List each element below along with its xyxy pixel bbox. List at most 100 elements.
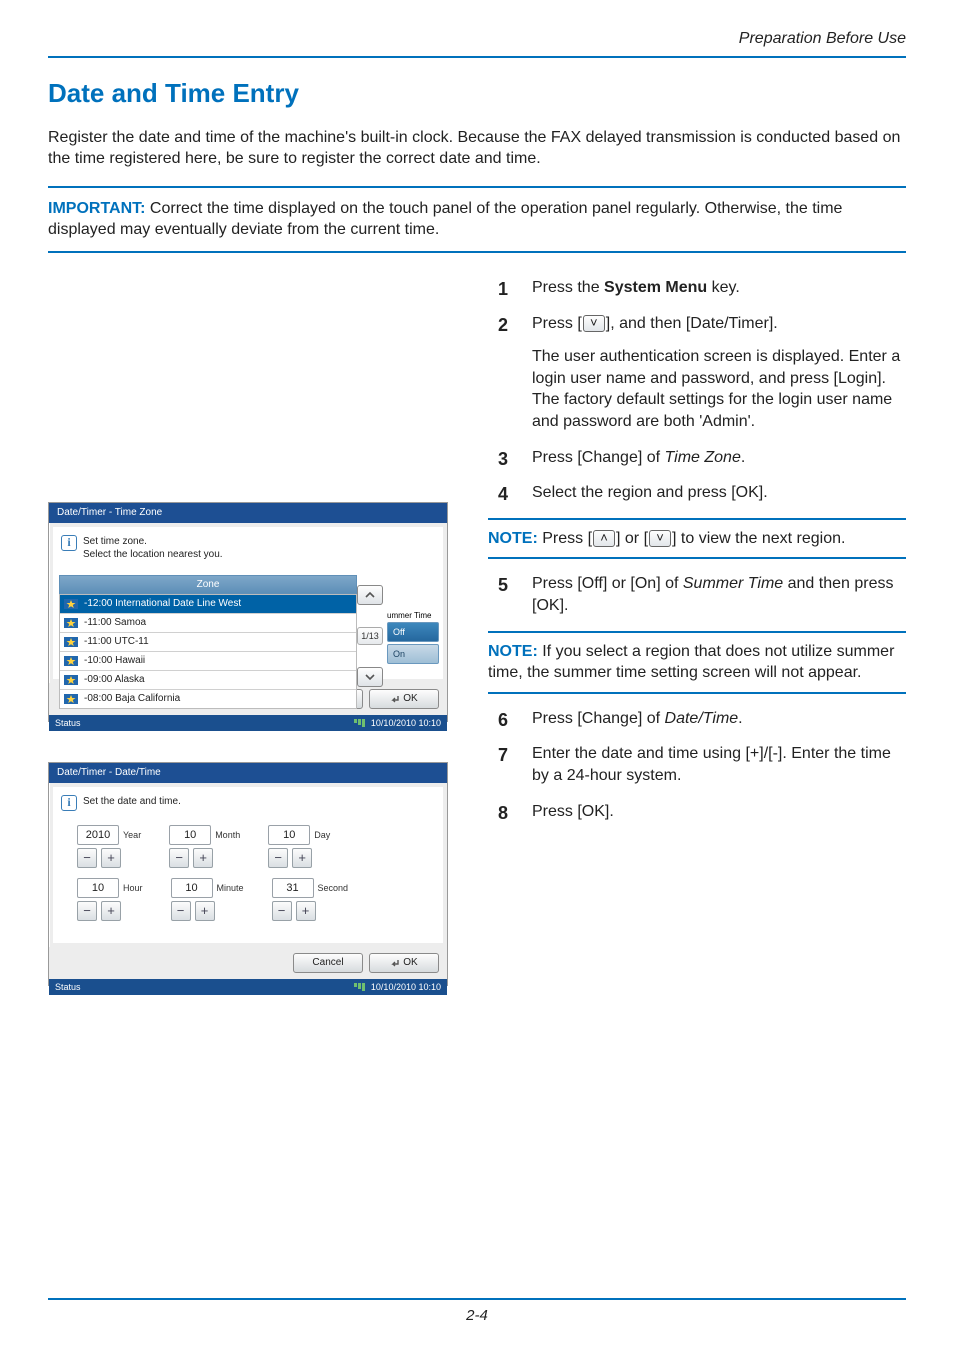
hour-minus-button[interactable]: − — [77, 901, 97, 921]
zone-row-label: -11:00 Samoa — [84, 616, 146, 630]
flag-icon — [64, 599, 78, 609]
minute-plus-button[interactable]: + — [195, 901, 215, 921]
zone-list: -12:00 International Date Line West -11:… — [59, 594, 357, 709]
zone-row[interactable]: -10:00 Hawaii — [60, 652, 356, 671]
info-icon: i — [61, 535, 77, 551]
step-1-pre: Press the — [532, 279, 604, 296]
ok-label: OK — [403, 956, 417, 970]
second-plus-button[interactable]: + — [296, 901, 316, 921]
month-plus-button[interactable]: + — [193, 848, 213, 868]
zone-row[interactable]: -11:00 Samoa — [60, 614, 356, 633]
step-1: Press the System Menu key. — [488, 277, 906, 299]
step-2-pre: Press [ — [532, 315, 582, 332]
zone-row[interactable]: -11:00 UTC-11 — [60, 633, 356, 652]
cancel-button[interactable]: Cancel — [293, 953, 363, 973]
ok-button[interactable]: OK — [369, 953, 439, 973]
step-8: Press [OK]. — [488, 801, 906, 823]
step-5: Press [Off] or [On] of Summer Time and t… — [488, 573, 906, 616]
important-label: IMPORTANT: — [48, 200, 145, 217]
ok-button[interactable]: OK — [369, 689, 439, 709]
step-2-post: ], and then [Date/Timer]. — [606, 315, 778, 332]
hour-plus-button[interactable]: + — [101, 901, 121, 921]
step-7: Enter the date and time using [+]/[-]. E… — [488, 743, 906, 786]
status-timestamp: 10/10/2010 10:10 — [371, 717, 441, 729]
summer-on-button[interactable]: On — [387, 644, 439, 664]
flag-icon — [64, 618, 78, 628]
step-3-pre: Press [Change] of — [532, 449, 665, 466]
chevron-up-icon — [365, 591, 375, 599]
step-6: Press [Change] of Date/Time. — [488, 708, 906, 730]
second-minus-button[interactable]: − — [272, 901, 292, 921]
note-label: NOTE: — [488, 643, 538, 660]
flag-icon — [64, 656, 78, 666]
minute-minus-button[interactable]: − — [171, 901, 191, 921]
timezone-panel-title: Date/Timer - Time Zone — [49, 503, 447, 523]
year-plus-button[interactable]: + — [101, 848, 121, 868]
zone-row-label: -10:00 Hawaii — [84, 654, 145, 668]
note1-post: ] to view the next region. — [672, 530, 845, 547]
zone-row[interactable]: -09:00 Alaska — [60, 671, 356, 690]
zone-row-label: -12:00 International Date Line West — [84, 597, 241, 611]
note2-text: If you select a region that does not uti… — [488, 643, 894, 682]
month-value: 10 — [169, 825, 211, 845]
minute-label: Minute — [217, 878, 244, 894]
year-label: Year — [123, 825, 141, 841]
zone-row-selected[interactable]: -12:00 International Date Line West — [60, 595, 356, 614]
step-1-bold: System Menu — [604, 279, 707, 296]
status-timestamp: 10/10/2010 10:10 — [371, 981, 441, 993]
zone-row-label: -08:00 Baja California — [84, 692, 180, 706]
zone-row-label: -11:00 UTC-11 — [84, 635, 149, 649]
step-6-post: . — [738, 710, 742, 727]
page-title: Date and Time Entry — [48, 76, 906, 111]
signal-icon — [354, 719, 365, 727]
datetime-info-text: Set the date and time. — [83, 795, 181, 809]
status-label[interactable]: Status — [55, 717, 81, 729]
important-block: IMPORTANT: Correct the time displayed on… — [48, 186, 906, 253]
chevron-down-icon: ˅ — [649, 530, 671, 547]
step-3-em: Time Zone — [665, 449, 741, 466]
info-icon: i — [61, 795, 77, 811]
hour-value: 10 — [77, 878, 119, 898]
running-head: Preparation Before Use — [48, 28, 906, 50]
chevron-down-icon — [365, 673, 375, 681]
chevron-up-icon: ˄ — [593, 530, 615, 547]
note-label: NOTE: — [488, 530, 538, 547]
day-value: 10 — [268, 825, 310, 845]
summer-time-label: ummer Time — [387, 611, 439, 622]
note1-pre: Press [ — [538, 530, 592, 547]
note-summer-time: NOTE: If you select a region that does n… — [488, 631, 906, 694]
step-2: Press [˅], and then [Date/Timer]. The us… — [488, 313, 906, 433]
return-icon — [390, 694, 400, 704]
timezone-info-text: Set time zone. Select the location neare… — [83, 535, 223, 562]
summer-off-button[interactable]: Off — [387, 622, 439, 642]
status-label[interactable]: Status — [55, 981, 81, 993]
page-indicator: 1/13 — [357, 627, 383, 645]
datetime-panel-title: Date/Timer - Date/Time — [49, 763, 447, 783]
note-region-nav: NOTE: Press [˄] or [˅] to view the next … — [488, 518, 906, 560]
day-plus-button[interactable]: + — [292, 848, 312, 868]
page-footer: 2-4 — [0, 1298, 954, 1326]
step-6-em: Date/Time — [665, 710, 739, 727]
return-icon — [390, 958, 400, 968]
zone-row[interactable]: -08:00 Baja California — [60, 690, 356, 708]
note1-mid: ] or [ — [616, 530, 648, 547]
top-rule — [48, 56, 906, 58]
year-minus-button[interactable]: − — [77, 848, 97, 868]
intro-paragraph: Register the date and time of the machin… — [48, 127, 906, 170]
step-3: Press [Change] of Time Zone. — [488, 447, 906, 469]
scroll-down-button[interactable] — [357, 667, 383, 687]
flag-icon — [64, 694, 78, 704]
step-2-para2: The factory default settings for the log… — [532, 389, 906, 432]
month-minus-button[interactable]: − — [169, 848, 189, 868]
timezone-info-line1: Set time zone. — [83, 535, 223, 549]
day-minus-button[interactable]: − — [268, 848, 288, 868]
step-5-em: Summer Time — [683, 575, 783, 592]
second-value: 31 — [272, 878, 314, 898]
flag-icon — [64, 637, 78, 647]
zone-row-label: -09:00 Alaska — [84, 673, 145, 687]
year-value: 2010 — [77, 825, 119, 845]
second-label: Second — [318, 878, 349, 894]
hour-label: Hour — [123, 878, 143, 894]
scroll-up-button[interactable] — [357, 585, 383, 605]
page-number: 2-4 — [466, 1307, 488, 1324]
